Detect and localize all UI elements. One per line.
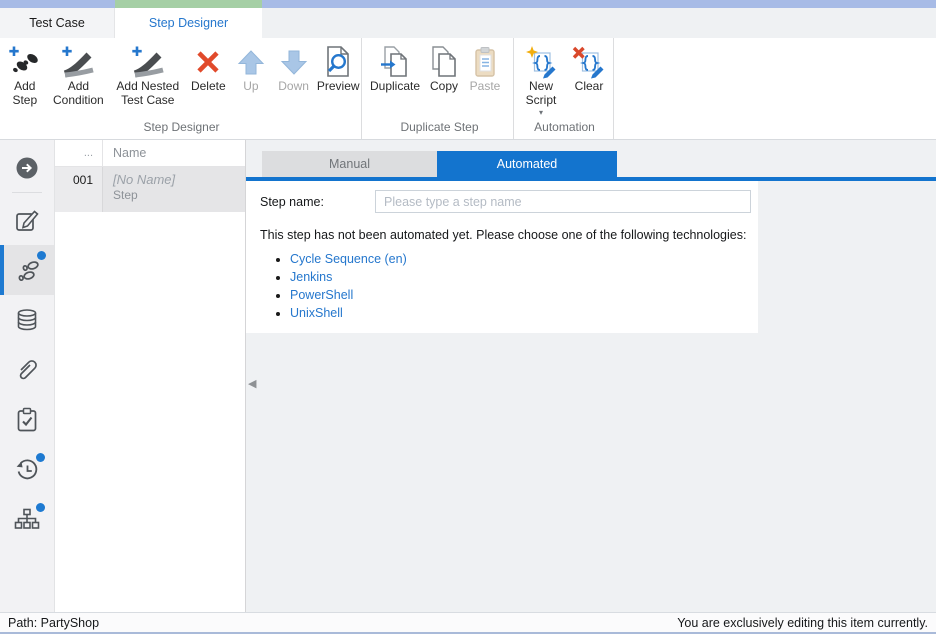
status-path: Path: PartyShop <box>8 616 99 630</box>
step-name-placeholder-text: [No Name] <box>113 172 245 188</box>
editor-tab-bar: Manual Automated <box>262 151 936 177</box>
technology-list-item: Jenkins <box>290 270 758 284</box>
paste-button[interactable]: Paste <box>464 42 506 119</box>
column-header-name: Name <box>103 146 245 160</box>
clear-script-icon <box>571 44 607 80</box>
not-automated-message: This step has not been automated yet. Pl… <box>260 228 758 242</box>
rail-item-checklist[interactable] <box>0 395 54 445</box>
add-nested-test-case-icon <box>130 44 166 80</box>
left-navigation-rail <box>0 140 55 612</box>
paperclip-icon <box>14 357 40 383</box>
add-step-icon <box>7 44 43 80</box>
add-condition-icon <box>60 44 96 80</box>
column-header-number: ... <box>55 140 103 166</box>
link-jenkins[interactable]: Jenkins <box>290 270 332 284</box>
step-row-selected[interactable]: 001 [No Name] Step <box>55 167 245 212</box>
tab-manual[interactable]: Manual <box>262 151 437 177</box>
collapse-panel-arrow[interactable]: ◀ <box>248 376 258 392</box>
database-icon <box>14 307 40 333</box>
footsteps-icon <box>16 257 42 283</box>
preview-button[interactable]: Preview <box>315 42 361 119</box>
duplicate-icon <box>377 44 413 80</box>
link-cycle-sequence[interactable]: Cycle Sequence (en) <box>290 252 407 266</box>
hierarchy-icon <box>14 507 40 533</box>
copy-button[interactable]: Copy <box>424 42 464 119</box>
circle-arrow-icon <box>14 155 40 181</box>
window-accent-strip <box>0 0 936 8</box>
rail-item-edit[interactable] <box>0 195 54 245</box>
preview-icon <box>320 44 356 80</box>
group-label-step-designer: Step Designer <box>2 119 361 139</box>
delete-icon <box>190 44 226 80</box>
down-arrow-icon <box>276 44 312 80</box>
steps-list-panel: ... Name 001 [No Name] Step <box>55 140 246 612</box>
duplicate-button[interactable]: Duplicate <box>366 42 424 119</box>
notification-dot <box>36 453 45 462</box>
notification-dot <box>37 251 46 260</box>
clear-button[interactable]: Clear <box>566 42 612 119</box>
rail-item-step-designer[interactable] <box>0 245 54 295</box>
group-label-duplicate-step: Duplicate Step <box>366 119 513 139</box>
technology-list-item: Cycle Sequence (en) <box>290 252 758 266</box>
add-nested-test-case-button[interactable]: Add Nested Test Case <box>109 42 186 119</box>
step-number: 001 <box>55 167 103 212</box>
step-type-label: Step <box>113 188 245 203</box>
ribbon-group-automation: New Script ▾ Clear <box>514 38 614 139</box>
status-editing-message: You are exclusively editing this item cu… <box>677 616 928 630</box>
link-unixshell[interactable]: UnixShell <box>290 306 343 320</box>
technology-list: Cycle Sequence (en) Jenkins PowerShell U… <box>290 252 758 320</box>
delete-button[interactable]: Delete <box>186 42 230 119</box>
rail-item-hierarchy[interactable] <box>0 495 54 545</box>
step-name-label: Step name: <box>260 195 375 209</box>
rail-item-collapse[interactable] <box>0 146 54 190</box>
down-button[interactable]: Down <box>272 42 316 119</box>
step-editor-panel: Manual Automated Step name: This step ha… <box>246 140 936 612</box>
clipboard-check-icon <box>14 407 40 433</box>
tab-automated[interactable]: Automated <box>437 151 617 177</box>
application-window: Test Case Step Designer <box>0 0 936 634</box>
ribbon-group-step-designer: Add Step Add Condition <box>0 38 362 139</box>
add-condition-button[interactable]: Add Condition <box>48 42 109 119</box>
rail-item-data[interactable] <box>0 295 54 345</box>
up-button[interactable]: Up <box>230 42 272 119</box>
tab-step-designer[interactable]: Step Designer <box>115 8 262 38</box>
rail-item-history[interactable] <box>0 445 54 495</box>
steps-list-header: ... Name <box>55 140 245 167</box>
rail-divider <box>12 192 42 193</box>
ribbon-toolbar: Add Step Add Condition <box>0 38 936 140</box>
step-name-input[interactable] <box>375 190 751 213</box>
window-tab-bar: Test Case Step Designer <box>0 8 936 38</box>
new-script-dropdown-icon[interactable]: ▾ <box>539 109 543 117</box>
paste-icon <box>467 44 503 80</box>
new-script-icon <box>523 44 559 80</box>
history-icon <box>14 457 40 483</box>
ribbon-group-duplicate-step: Duplicate Copy <box>362 38 514 139</box>
new-script-button[interactable]: New Script ▾ <box>516 42 566 119</box>
group-label-automation: Automation <box>516 119 613 139</box>
technology-list-item: UnixShell <box>290 306 758 320</box>
rail-item-attachments[interactable] <box>0 345 54 395</box>
technology-list-item: PowerShell <box>290 288 758 302</box>
notification-dot <box>36 503 45 512</box>
active-tab-accent <box>115 0 262 8</box>
add-step-button[interactable]: Add Step <box>2 42 48 119</box>
main-area: ... Name 001 [No Name] Step Manual Autom… <box>0 140 936 612</box>
tab-test-case[interactable]: Test Case <box>0 8 115 38</box>
copy-icon <box>426 44 462 80</box>
link-powershell[interactable]: PowerShell <box>290 288 353 302</box>
up-arrow-icon <box>233 44 269 80</box>
status-bar: Path: PartyShop You are exclusively edit… <box>0 612 936 634</box>
automated-step-card: Step name: This step has not been automa… <box>246 181 758 333</box>
edit-icon <box>14 207 40 233</box>
